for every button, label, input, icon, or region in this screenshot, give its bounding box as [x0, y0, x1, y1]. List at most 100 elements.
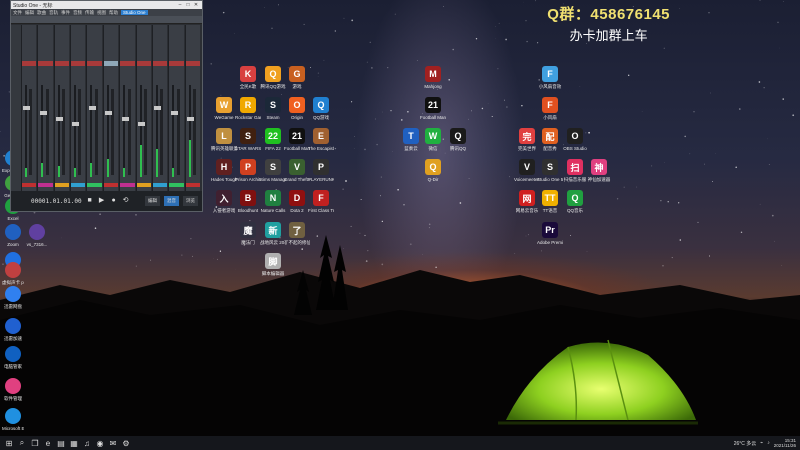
- desktop-icon[interactable]: 虚拟声卡 png: [2, 262, 24, 285]
- desktop-icon[interactable]: F 小风扇: [537, 97, 563, 120]
- fader-knob[interactable]: [170, 111, 178, 116]
- menu-item[interactable]: 帮助: [109, 10, 118, 16]
- wechat-icon[interactable]: ✉: [108, 438, 118, 448]
- fader-knob[interactable]: [137, 121, 145, 126]
- desktop-icon[interactable]: Q QQ游戏: [308, 97, 334, 120]
- network-icon[interactable]: ⌁: [760, 440, 763, 446]
- desktop-icon[interactable]: 21 Football Manager: [420, 97, 446, 120]
- maximize-icon[interactable]: □: [184, 2, 192, 8]
- desktop-icon[interactable]: O Origin: [284, 97, 310, 120]
- desktop-icon[interactable]: L 腾讯英雄联盟: [211, 128, 237, 151]
- volume-fader[interactable]: [154, 89, 164, 175]
- desktop-icon[interactable]: H Hades Tough Life: [211, 159, 237, 182]
- desktop-icon[interactable]: G 游戏: [284, 66, 310, 89]
- channel-strip[interactable]: [86, 25, 102, 191]
- channel-strip[interactable]: [151, 25, 168, 191]
- channel-strip[interactable]: [119, 25, 135, 191]
- desktop-icon[interactable]: 魔魔法门: [235, 222, 261, 245]
- channel-strip[interactable]: [168, 25, 184, 191]
- desktop-icon[interactable]: B Bloodhunt: [235, 190, 261, 213]
- desktop-icon[interactable]: Q 腾讯QQ游戏: [260, 66, 286, 89]
- fader-knob[interactable]: [186, 116, 194, 121]
- record-icon[interactable]: ●: [110, 197, 118, 205]
- desktop-icon[interactable]: P Prison Architect: [235, 159, 261, 182]
- desktop-icon[interactable]: Q QQ音乐: [562, 190, 588, 213]
- fader-knob[interactable]: [39, 111, 47, 116]
- channel-label[interactable]: [185, 61, 200, 66]
- desktop-icon[interactable]: 新战地风云 2042: [260, 222, 286, 245]
- fader-knob[interactable]: [88, 106, 96, 111]
- desktop-icon[interactable]: Q 腾讯QQ: [445, 128, 471, 151]
- loop-icon[interactable]: ⟲: [122, 197, 130, 205]
- desktop-icon[interactable]: Q Q-Dir: [420, 159, 446, 182]
- channel-strip[interactable]: [135, 25, 151, 191]
- obs-icon[interactable]: ◉: [95, 438, 105, 448]
- desktop-icon[interactable]: 迅雷网盘: [2, 286, 24, 309]
- desktop-icon[interactable]: K 全民K歌: [235, 66, 261, 89]
- menu-item[interactable]: 事件: [61, 10, 70, 16]
- desktop-icon[interactable]: R Rockstar Games: [235, 97, 261, 120]
- fader-knob[interactable]: [72, 121, 80, 126]
- volume-fader[interactable]: [105, 89, 115, 175]
- channel-strip[interactable]: [102, 25, 119, 191]
- channel-label[interactable]: [152, 61, 168, 66]
- fader-knob[interactable]: [121, 116, 129, 121]
- tab-mix[interactable]: 混音: [164, 196, 179, 206]
- desktop-icon[interactable]: 了了不起的修仙模拟器: [284, 222, 310, 245]
- desktop-icon[interactable]: S STAR WARS: [235, 128, 261, 151]
- minimize-icon[interactable]: –: [176, 2, 184, 8]
- volume-fader[interactable]: [88, 89, 98, 175]
- desktop-icon[interactable]: W 微信: [420, 128, 446, 151]
- desktop-icon[interactable]: 软件管理: [2, 378, 24, 401]
- desktop-icon[interactable]: 21 Football Manager: [284, 128, 310, 151]
- channel-strip[interactable]: [184, 25, 200, 191]
- tab-edit[interactable]: 编辑: [145, 196, 160, 206]
- desktop-icon[interactable]: 入入侵者游戏: [211, 190, 237, 213]
- studio-one-icon[interactable]: ♫: [82, 438, 92, 448]
- volume-fader[interactable]: [170, 89, 180, 175]
- desktop-icon[interactable]: S Studio One 5: [537, 159, 563, 182]
- menu-item[interactable]: 音频: [73, 10, 82, 16]
- desktop-icon[interactable]: 配配音秀: [537, 128, 563, 151]
- weather-widget[interactable]: 26°C 多云: [734, 440, 757, 447]
- desktop-icon[interactable]: M Mahjong: [420, 66, 446, 89]
- desktop-icon[interactable]: Zoom: [2, 224, 24, 247]
- menu-item[interactable]: 歌曲: [37, 10, 46, 16]
- desktop-icon[interactable]: 22 FIFA 22: [260, 128, 286, 151]
- desktop-icon[interactable]: P PLAYERUNKNOWN'S BATTLEGROUNDS: [308, 159, 334, 182]
- desktop-icon[interactable]: 脚脚本编辑器: [260, 253, 286, 276]
- channel-label[interactable]: [38, 61, 53, 66]
- clock[interactable]: 15:31 2021/11/26: [774, 438, 796, 448]
- channel-label[interactable]: [103, 61, 119, 66]
- desktop-icon[interactable]: V Grand Theft Auto V: [284, 159, 310, 182]
- fader-knob[interactable]: [56, 116, 64, 121]
- studio-one-window[interactable]: Studio One - 无标 – □ ✕ 文件 编辑 歌曲 音轨 事件 音频 传输 视图 帮助…: [10, 0, 203, 212]
- stop-icon[interactable]: ■: [86, 197, 94, 205]
- menu-item[interactable]: 传输: [85, 10, 94, 16]
- volume-fader[interactable]: [137, 89, 147, 175]
- menu-item-studio-one[interactable]: Studio One: [121, 10, 148, 15]
- desktop-icon[interactable]: S Sims Manager: [260, 159, 286, 182]
- window-titlebar[interactable]: Studio One - 无标 – □ ✕: [11, 1, 202, 9]
- close-icon[interactable]: ✕: [192, 2, 200, 8]
- channel-label[interactable]: [87, 61, 102, 66]
- start-icon[interactable]: ⊞: [4, 438, 14, 448]
- channel-label[interactable]: [169, 61, 184, 66]
- menu-item[interactable]: 视图: [97, 10, 106, 16]
- volume-fader[interactable]: [72, 89, 82, 175]
- menu-item[interactable]: 文件: [13, 10, 22, 16]
- edge-icon[interactable]: e: [43, 438, 53, 448]
- store-icon[interactable]: ▦: [69, 438, 79, 448]
- desktop-icon[interactable]: vs_7316...: [26, 224, 48, 247]
- search-icon[interactable]: ⌕: [17, 438, 27, 448]
- desktop-icon[interactable]: D Dota 2: [284, 190, 310, 213]
- tab-browse[interactable]: 浏览: [183, 196, 198, 206]
- play-icon[interactable]: ▶: [98, 197, 106, 205]
- volume-fader[interactable]: [56, 89, 66, 175]
- volume-fader[interactable]: [23, 89, 33, 175]
- desktop-icon[interactable]: F First Class Trouble: [308, 190, 334, 213]
- channel-label[interactable]: [120, 61, 135, 66]
- fader-knob[interactable]: [154, 106, 162, 111]
- desktop-icon[interactable]: F 小风扇音效: [537, 66, 563, 89]
- channel-strip[interactable]: [53, 25, 70, 191]
